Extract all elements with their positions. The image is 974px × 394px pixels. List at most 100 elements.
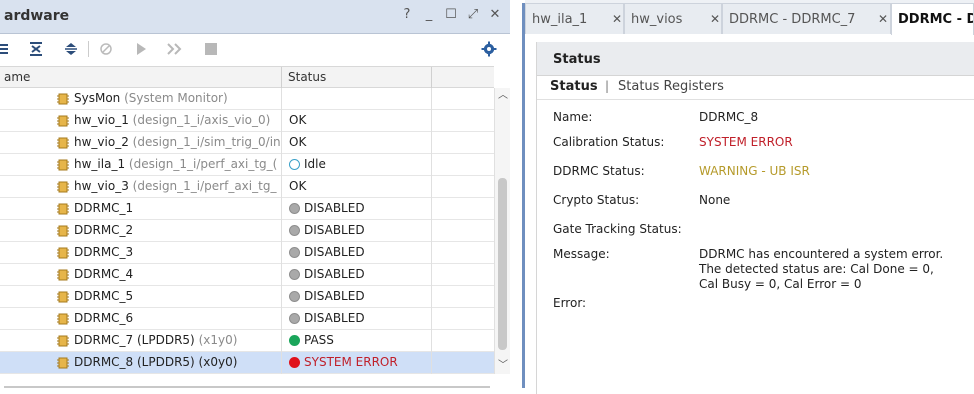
hardware-tree-table: ame Status SysMon (System Monitor) hw_vio… — [0, 66, 510, 376]
table-row[interactable]: hw_vio_3 (design_1_i/perf_axi_tg_ OK — [0, 176, 494, 198]
empty-cell — [431, 264, 494, 286]
settings-gear-icon[interactable] — [480, 40, 498, 58]
close-tab-icon[interactable]: ✕ — [612, 12, 622, 26]
device-path: (x1y0) — [198, 333, 238, 347]
device-name: hw_ila_1 — [74, 157, 126, 171]
table-row[interactable]: DDRMC_6 DISABLED — [0, 308, 494, 330]
debug-core-icon — [57, 291, 69, 303]
device-name: DDRMC_1 — [74, 201, 134, 215]
status-cell: PASS — [281, 330, 431, 352]
tab-ddrmc-8-active[interactable]: DDRMC - DD — [891, 3, 974, 35]
idle-status-icon — [289, 159, 300, 170]
tab-ddrmc-7[interactable]: DDRMC - DDRMC_7 ✕ — [722, 3, 891, 34]
row-name: DDRMC_5 — [74, 289, 133, 303]
run-immediate-icon[interactable] — [166, 40, 184, 58]
device-path: (design_1_i/perf_axi_tg_( — [128, 157, 278, 171]
help-icon[interactable]: ? — [400, 7, 414, 22]
row-name: hw_ila_1 (design_1_i/perf_axi_tg_( — [74, 157, 277, 171]
empty-cell — [431, 176, 494, 198]
table-row[interactable]: hw_vio_2 (design_1_i/sim_trig_0/in OK — [0, 132, 494, 154]
row-name: DDRMC_8 (LPDDR5) (x0y0) — [74, 355, 237, 369]
device-path: (System Monitor) — [124, 91, 228, 105]
column-divider[interactable] — [431, 67, 432, 88]
status-cell: DISABLED — [281, 286, 431, 308]
table-row[interactable]: SysMon (System Monitor) — [0, 88, 494, 110]
table-row[interactable]: DDRMC_2 DISABLED — [0, 220, 494, 242]
name-value: DDRMC_8 — [699, 110, 759, 124]
table-row[interactable]: DDRMC_1 DISABLED — [0, 198, 494, 220]
device-name: DDRMC_8 (LPDDR5) (x0y0) — [74, 355, 238, 369]
tab-label: hw_vios — [631, 12, 683, 27]
name-cell: SysMon (System Monitor) — [0, 88, 281, 110]
float-icon[interactable]: ⤢ — [466, 7, 480, 22]
debug-core-icon — [57, 247, 69, 259]
debug-core-icon — [57, 335, 69, 347]
minimize-icon[interactable]: _ — [422, 7, 436, 22]
status-text: DISABLED — [304, 223, 365, 237]
ddrmc-status-value: WARNING - UB ISR — [699, 164, 810, 178]
debug-core-icon — [57, 159, 69, 171]
restore-icon[interactable]: ☐ — [444, 7, 458, 22]
table-row[interactable]: DDRMC_4 DISABLED — [0, 264, 494, 286]
status-cell: SYSTEM ERROR — [281, 352, 431, 374]
table-row[interactable]: hw_ila_1 (design_1_i/perf_axi_tg_(Idle — [0, 154, 494, 176]
table-row[interactable]: DDRMC_5 DISABLED — [0, 286, 494, 308]
toolbar-divider — [88, 41, 89, 57]
subtab-status[interactable]: Status — [550, 79, 598, 94]
column-divider[interactable] — [281, 67, 282, 88]
sort-icon[interactable] — [62, 40, 80, 58]
status-cell: OK — [281, 132, 431, 154]
device-name: hw_vio_2 — [74, 135, 129, 149]
disabled-status-icon — [289, 247, 300, 258]
status-text: DISABLED — [304, 201, 365, 215]
empty-cell — [431, 88, 494, 110]
stop-trigger-icon[interactable] — [202, 40, 220, 58]
device-name: DDRMC_3 — [74, 245, 134, 259]
name-cell: DDRMC_1 — [0, 198, 281, 220]
tab-bar: hw_ila_1 ✕ hw_vios ✕ DDRMC - DDRMC_7 ✕ D… — [525, 0, 974, 35]
scroll-up-icon[interactable]: ︿ — [497, 90, 509, 102]
message-line: Cal Busy = 0, Cal Error = 0 — [699, 277, 862, 291]
scroll-down-icon[interactable]: ﹀ — [497, 360, 509, 372]
status-text: SYSTEM ERROR — [304, 355, 398, 369]
scrollbar-thumb[interactable] — [498, 178, 507, 350]
table-row[interactable]: DDRMC_3 DISABLED — [0, 242, 494, 264]
row-name: hw_vio_2 (design_1_i/sim_trig_0/in — [74, 135, 281, 149]
table-body: SysMon (System Monitor) hw_vio_1 (design_… — [0, 88, 494, 374]
expand-all-icon[interactable] — [27, 40, 45, 58]
column-header-status[interactable]: Status — [288, 70, 326, 84]
device-name: DDRMC_7 (LPDDR5) — [74, 333, 195, 347]
crypto-status-value: None — [699, 193, 731, 207]
horizontal-scrollbar[interactable] — [4, 386, 490, 388]
device-name: hw_vio_3 — [74, 179, 129, 193]
calibration-status-label: Calibration Status: — [553, 135, 665, 149]
tab-hw-ila-1[interactable]: hw_ila_1 ✕ — [525, 3, 624, 34]
status-text: DISABLED — [304, 245, 365, 259]
device-name: DDRMC_6 — [74, 311, 134, 325]
panel-splitter[interactable] — [510, 0, 522, 394]
close-tab-icon[interactable]: ✕ — [710, 12, 720, 26]
row-name: DDRMC_4 — [74, 267, 133, 281]
debug-core-icon — [57, 203, 69, 215]
table-header: ame Status — [0, 66, 494, 88]
collapse-all-icon[interactable] — [0, 40, 12, 58]
table-row[interactable]: DDRMC_8 (LPDDR5) (x0y0) SYSTEM ERROR — [0, 352, 494, 374]
name-cell: DDRMC_8 (LPDDR5) (x0y0) — [0, 352, 281, 374]
subtab-separator: | — [605, 79, 610, 93]
subtab-status-registers[interactable]: Status Registers — [618, 79, 724, 94]
run-trigger-icon[interactable] — [132, 40, 150, 58]
column-header-name[interactable]: ame — [4, 70, 30, 84]
empty-cell — [431, 330, 494, 352]
empty-cell — [431, 154, 494, 176]
status-cell: Idle — [281, 154, 431, 176]
row-name: DDRMC_6 — [74, 311, 133, 325]
close-icon[interactable]: ✕ — [488, 7, 502, 22]
table-row[interactable]: hw_vio_1 (design_1_i/axis_vio_0) OK — [0, 110, 494, 132]
auto-trigger-icon[interactable] — [97, 40, 115, 58]
table-row[interactable]: DDRMC_7 (LPDDR5) (x1y0) PASS — [0, 330, 494, 352]
close-tab-icon[interactable]: ✕ — [878, 12, 888, 26]
status-cell: DISABLED — [281, 242, 431, 264]
message-line: The detected status are: Cal Done = 0, — [699, 262, 934, 276]
vertical-scrollbar[interactable]: ︿ ﹀ — [494, 88, 510, 374]
tab-hw-vios[interactable]: hw_vios ✕ — [624, 3, 722, 34]
